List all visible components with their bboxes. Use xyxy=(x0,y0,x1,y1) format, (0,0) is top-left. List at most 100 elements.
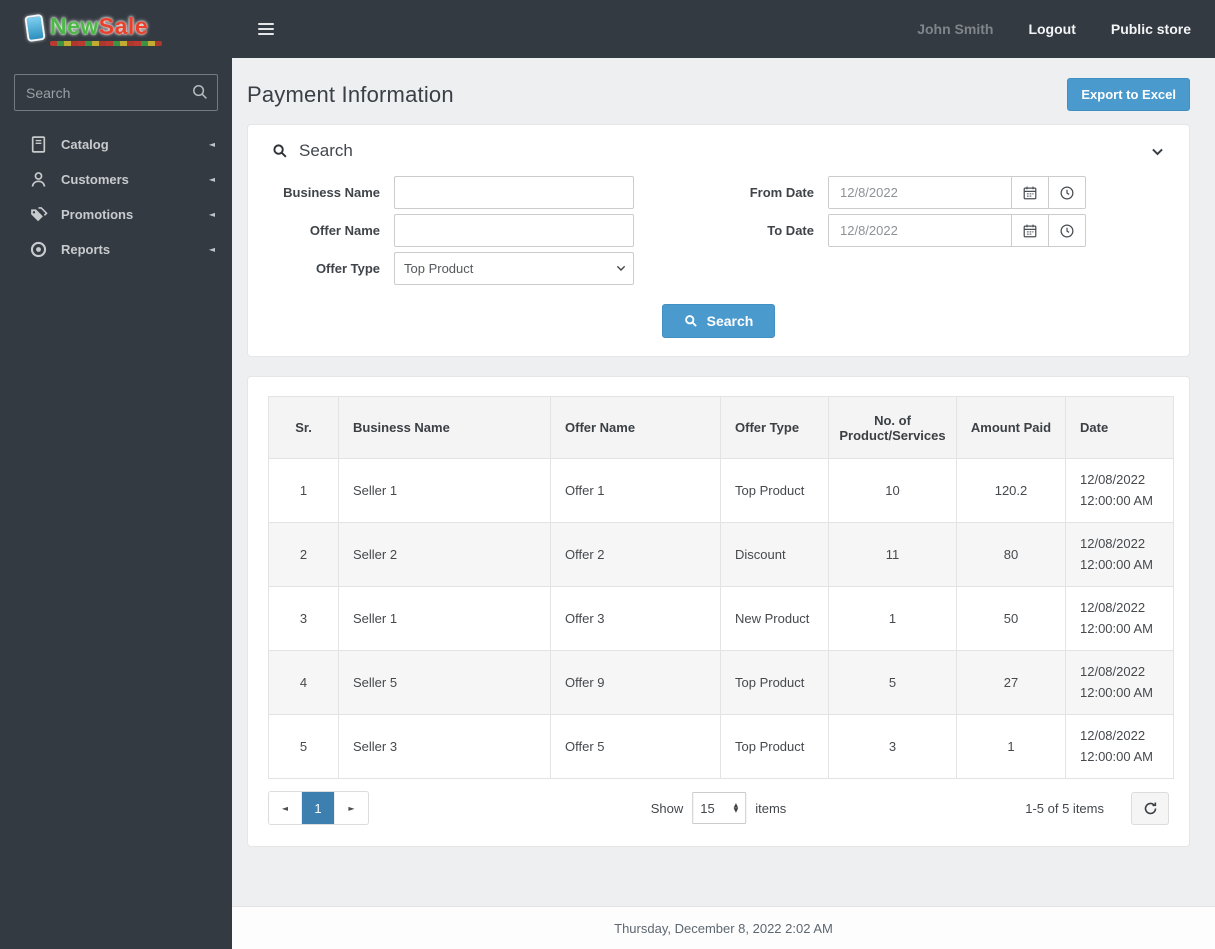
col-header-amount-paid: Amount Paid xyxy=(956,396,1066,459)
offer-type-select[interactable]: Top Product xyxy=(394,252,634,285)
cell-amount: 1 xyxy=(956,714,1066,779)
from-date-field[interactable] xyxy=(829,177,1011,208)
col-header-business-name: Business Name xyxy=(338,396,551,459)
payments-table: Sr. Business Name Offer Name Offer Type … xyxy=(268,396,1174,779)
book-icon xyxy=(29,135,48,154)
export-to-excel-button[interactable]: Export to Excel xyxy=(1067,78,1190,111)
calendar-icon[interactable] xyxy=(1011,177,1048,208)
sidebar-item-promotions[interactable]: Promotions ◄ xyxy=(0,197,232,232)
to-date-label: To Date xyxy=(767,223,814,238)
cell-date: 12/08/2022 12:00:00 AM xyxy=(1065,586,1174,651)
search-icon xyxy=(191,83,209,101)
cell-amount: 50 xyxy=(956,586,1066,651)
show-label: Show xyxy=(650,800,684,816)
footer: Thursday, December 8, 2022 2:02 AM xyxy=(232,906,1215,949)
search-button[interactable]: Search xyxy=(661,304,776,338)
brand-logo[interactable]: NewSale xyxy=(0,0,232,62)
search-panel-header: Search xyxy=(272,141,1165,161)
table-row: 4 Seller 5 Offer 9 Top Product 5 27 12/0… xyxy=(268,650,1174,715)
table-row: 1 Seller 1 Offer 1 Top Product 10 120.2 … xyxy=(268,458,1174,523)
search-icon xyxy=(272,143,288,159)
col-header-date: Date xyxy=(1065,396,1174,459)
footer-datetime: Thursday, December 8, 2022 2:02 AM xyxy=(614,920,833,936)
cell-offer-name: Offer 1 xyxy=(550,458,721,523)
col-header-sr: Sr. xyxy=(268,396,339,459)
logout-link[interactable]: Logout xyxy=(1028,21,1075,37)
spinner-icon: ▲ ▼ xyxy=(733,802,739,814)
offer-name-field[interactable] xyxy=(394,214,634,247)
sidebar-item-label: Catalog xyxy=(61,137,109,152)
sidebar-item-customers[interactable]: Customers ◄ xyxy=(0,162,232,197)
prev-page-button[interactable]: ◄ xyxy=(269,792,302,824)
clock-icon[interactable] xyxy=(1048,215,1085,246)
public-store-link[interactable]: Public store xyxy=(1111,21,1191,37)
cell-date: 12/08/2022 12:00:00 AM xyxy=(1065,714,1174,779)
cell-count: 1 xyxy=(828,586,957,651)
cell-offer-name: Offer 5 xyxy=(550,714,721,779)
cell-count: 10 xyxy=(828,458,957,523)
user-name-label: John Smith xyxy=(917,21,994,37)
page-size-select[interactable]: 15 ▲ ▼ xyxy=(692,792,747,824)
cell-business-name: Seller 1 xyxy=(338,586,551,651)
sidebar-item-reports[interactable]: Reports ◄ xyxy=(0,232,232,267)
cell-count: 11 xyxy=(828,522,957,587)
sidebar-search xyxy=(14,74,218,111)
items-label: items xyxy=(755,800,787,816)
sidebar-item-label: Promotions xyxy=(61,207,134,222)
chevron-left-icon: ◄ xyxy=(208,245,215,254)
logo-tagline-strip xyxy=(50,41,162,46)
col-header-offer-name: Offer Name xyxy=(550,396,721,459)
table-header-row: Sr. Business Name Offer Name Offer Type … xyxy=(268,396,1174,459)
search-panel: Search Business Name Offer Name Offer Ty… xyxy=(247,124,1190,357)
clock-icon[interactable] xyxy=(1048,177,1085,208)
calendar-icon[interactable] xyxy=(1011,215,1048,246)
cell-offer-name: Offer 2 xyxy=(550,522,721,587)
cell-date: 12/08/2022 12:00:00 AM xyxy=(1065,458,1174,523)
table-row: 5 Seller 3 Offer 5 Top Product 3 1 12/08… xyxy=(268,714,1174,779)
sidebar-item-label: Customers xyxy=(61,172,129,187)
pagination: ◄ 1 ► xyxy=(268,791,369,825)
brand-logo-new: New xyxy=(50,13,99,39)
table-row: 2 Seller 2 Offer 2 Discount 11 80 12/08/… xyxy=(268,522,1174,587)
cell-business-name: Seller 1 xyxy=(338,458,551,523)
cell-amount: 80 xyxy=(956,522,1066,587)
from-date-group xyxy=(828,176,1086,209)
cell-offer-type: Discount xyxy=(720,522,829,587)
cell-business-name: Seller 2 xyxy=(338,522,551,587)
cell-business-name: Seller 5 xyxy=(338,650,551,715)
search-form: Business Name Offer Name Offer Type Top xyxy=(272,176,1165,290)
cell-offer-name: Offer 9 xyxy=(550,650,721,715)
tags-icon xyxy=(29,205,48,224)
page-header: Payment Information Export to Excel xyxy=(247,78,1190,111)
page-number-button[interactable]: 1 xyxy=(302,792,335,824)
cell-offer-type: Top Product xyxy=(720,650,829,715)
sidebar-search-input[interactable] xyxy=(14,74,218,111)
person-icon xyxy=(29,170,48,189)
sidebar-item-label: Reports xyxy=(61,242,111,257)
cell-sr: 4 xyxy=(268,650,339,715)
refresh-icon xyxy=(1143,801,1158,816)
search-panel-title: Search xyxy=(299,141,353,160)
sidebar-menu: Catalog ◄ Customers ◄ Promotions ◄ Repor… xyxy=(0,127,232,267)
cell-sr: 3 xyxy=(268,586,339,651)
hamburger-menu-icon[interactable] xyxy=(258,20,274,38)
table-footer: ◄ 1 ► Show 15 ▲ ▼ items 1-5 of 5 items xyxy=(268,791,1169,825)
from-date-label: From Date xyxy=(749,185,814,200)
business-name-field[interactable] xyxy=(394,176,634,209)
offer-name-label: Offer Name xyxy=(309,223,380,238)
cell-count: 5 xyxy=(828,650,957,715)
sidebar: NewSale Catalog ◄ xyxy=(0,0,232,949)
business-name-label: Business Name xyxy=(283,185,380,200)
chevron-down-icon[interactable] xyxy=(1150,144,1165,159)
page-size-control: Show 15 ▲ ▼ items xyxy=(650,792,787,824)
cell-amount: 27 xyxy=(956,650,1066,715)
refresh-button[interactable] xyxy=(1131,791,1169,825)
main-column: John Smith Logout Public store Payment I… xyxy=(232,0,1215,949)
brand-logo-sale: Sale xyxy=(98,13,149,39)
brand-logo-text: NewSale xyxy=(50,9,162,46)
next-page-button[interactable]: ► xyxy=(335,792,368,824)
search-button-label: Search xyxy=(706,313,754,329)
to-date-field[interactable] xyxy=(829,215,1011,246)
app-window: NewSale Catalog ◄ xyxy=(0,0,1215,949)
sidebar-item-catalog[interactable]: Catalog ◄ xyxy=(0,127,232,162)
